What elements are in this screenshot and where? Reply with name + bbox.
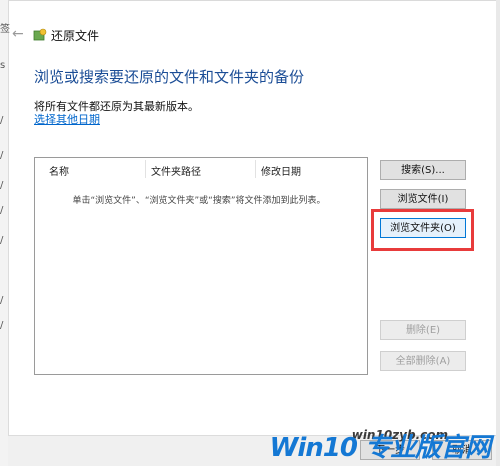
right-edge — [496, 0, 500, 466]
column-header-folder-path[interactable]: 文件夹路径 — [151, 163, 201, 178]
browse-files-button[interactable]: 浏览文件(I) — [380, 189, 466, 209]
remove-all-button[interactable]: 全部删除(A) — [380, 351, 466, 371]
highlight-box — [371, 209, 474, 251]
empty-list-message: 单击“浏览文件”、“浏览文件夹”或“搜索”将文件添加到此列表。 — [72, 196, 326, 206]
back-arrow-icon[interactable]: ← — [12, 26, 24, 42]
column-separator — [145, 160, 146, 178]
background-window-glyph: / — [0, 320, 4, 331]
background-window-glyph: / — [0, 115, 4, 126]
column-header-modified-date[interactable]: 修改日期 — [261, 163, 301, 178]
column-separator — [255, 160, 256, 178]
file-list[interactable]: 名称 文件夹路径 修改日期 单击“浏览文件”、“浏览文件夹”或“搜索”将文件添加… — [34, 157, 368, 375]
choose-other-date-link[interactable]: 选择其他日期 — [34, 111, 100, 127]
background-window-strip: 签 s / / / / / / / — [0, 0, 10, 466]
background-window-glyph: / — [0, 235, 4, 246]
page-heading: 浏览或搜索要还原的文件和文件夹的备份 — [34, 68, 305, 86]
background-window-glyph: 签 — [0, 24, 10, 35]
background-window-glyph: / — [0, 180, 4, 191]
background-window-glyph: / — [0, 295, 4, 306]
background-window-glyph: / — [0, 205, 4, 216]
column-header-name[interactable]: 名称 — [49, 163, 69, 178]
top-border — [8, 0, 496, 1]
search-button[interactable]: 搜索(S)... — [380, 160, 466, 180]
restore-files-window: 签 s / / / / / / / ← 还原文件 浏览或搜索要还原的文件和文件夹的备份 将所有文… — [0, 0, 500, 466]
background-window-glyph: s — [0, 60, 6, 71]
window-title: 还原文件 — [51, 29, 100, 43]
watermark-brand: Win10 专业版官网 — [269, 433, 491, 463]
restore-files-icon — [33, 28, 47, 41]
background-window-glyph: / — [0, 150, 4, 161]
remove-button[interactable]: 删除(E) — [380, 320, 466, 340]
